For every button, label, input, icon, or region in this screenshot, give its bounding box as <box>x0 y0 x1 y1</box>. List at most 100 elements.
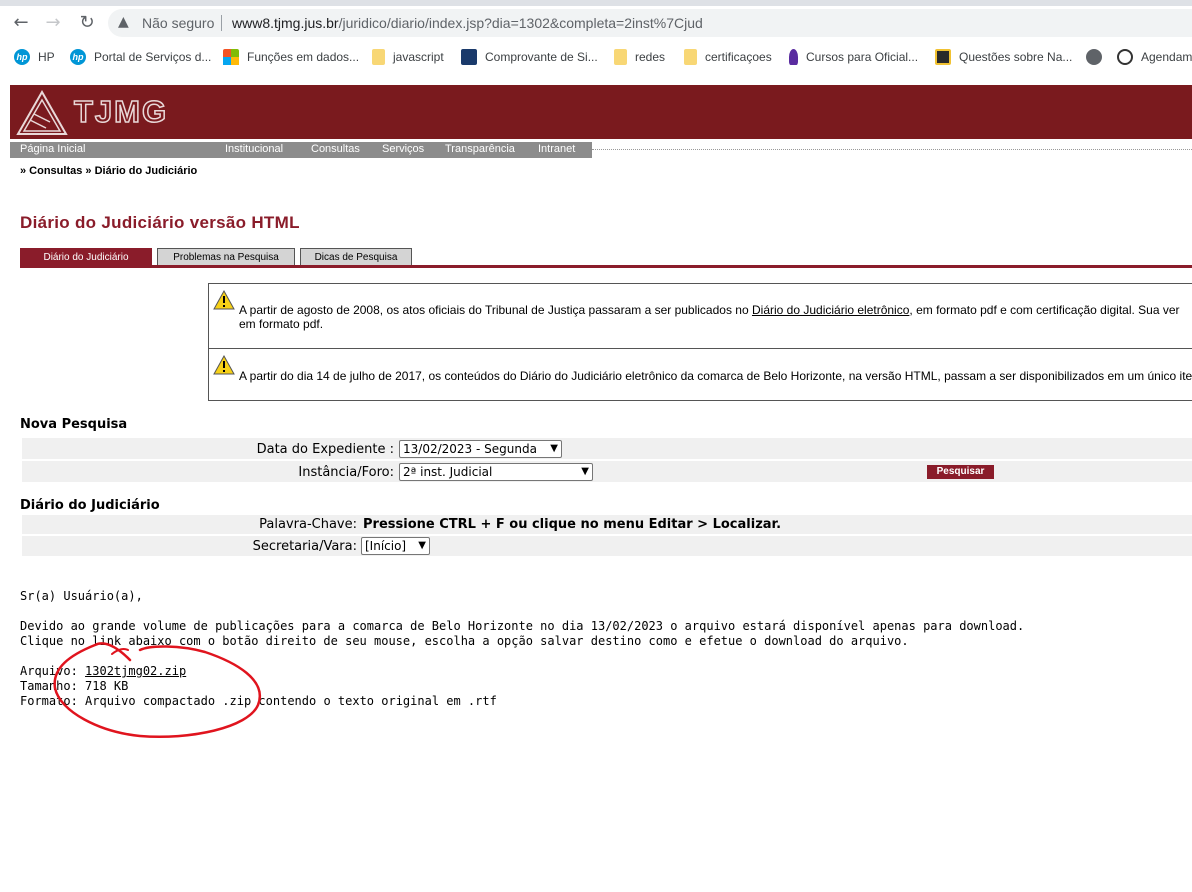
omnibox-divider <box>221 15 222 31</box>
menu-transparencia[interactable]: Transparência <box>445 143 515 155</box>
logo-text[interactable]: TJMG <box>73 93 168 130</box>
forum-label: Instância/Foro: <box>298 465 394 480</box>
forum-select[interactable]: 2ª inst. Judicial ▼ <box>399 463 593 481</box>
format-label: Formato: <box>20 694 78 708</box>
warning-icon <box>213 290 235 310</box>
bookmark-javascript[interactable]: javascript <box>372 48 444 66</box>
reload-icon[interactable]: ↻ <box>76 12 98 34</box>
globe-icon <box>1086 49 1102 65</box>
browser-toolbar: ← → ↻ ▲ Não seguro www8.tjmg.jus.br/juri… <box>0 0 1192 44</box>
notice-1-before: A partir de agosto de 2008, os atos ofic… <box>239 303 752 317</box>
size-value: 718 KB <box>85 679 129 693</box>
bookmark-redes[interactable]: redes <box>614 48 665 66</box>
folder-icon <box>684 49 697 65</box>
bookmark-label: Comprovante de Si... <box>485 50 598 64</box>
bookmark-agendamento[interactable]: Agendam <box>1117 48 1192 66</box>
search-button[interactable]: Pesquisar <box>927 465 994 479</box>
notice-1-after: , em formato pdf e com certificação digi… <box>909 303 1180 317</box>
menu-divider <box>592 149 1192 150</box>
bookmark-portal-servicos[interactable]: hp Portal de Serviços d... <box>70 48 211 66</box>
bookmark-label: Cursos para Oficial... <box>806 50 919 64</box>
forum-select-value: 2ª inst. Judicial <box>403 465 493 479</box>
site-icon <box>789 49 798 65</box>
bookmark-label: Funções em dados... <box>247 50 360 64</box>
bookmark-label: Portal de Serviços d... <box>94 50 212 64</box>
bookmark-label: certificaçoes <box>705 50 772 64</box>
microsoft-icon <box>223 49 239 65</box>
notice-divider <box>209 348 1192 349</box>
format-row: Formato: Arquivo compactado .zip contend… <box>20 694 497 708</box>
tjmg-logo-icon[interactable] <box>16 90 68 136</box>
chevron-down-icon: ▼ <box>418 540 426 551</box>
main-menu: Página Inicial Institucional Consultas S… <box>10 142 1192 158</box>
notice-1-text: A partir de agosto de 2008, os atos ofic… <box>239 303 1180 317</box>
file-label: Arquivo: <box>20 664 78 678</box>
message-line-2: Clique no link abaixo com o botão direit… <box>20 634 909 648</box>
bookmark-label: Questões sobre Na... <box>959 50 1073 64</box>
menu-home[interactable]: Página Inicial <box>20 143 85 155</box>
bookmark-globe[interactable] <box>1086 48 1110 66</box>
size-label: Tamanho: <box>20 679 78 693</box>
keyword-hint: Pressione CTRL + F ou clique no menu Edi… <box>363 517 782 532</box>
tab-diario[interactable]: Diário do Judiciário <box>20 248 152 266</box>
tab-bar: Diário do Judiciário Problemas na Pesqui… <box>20 248 1192 268</box>
folder-icon <box>372 49 385 65</box>
hp-icon: hp <box>14 49 30 65</box>
vara-select-value: [Início] <box>365 539 407 553</box>
notice-2-text: A partir do dia 14 de julho de 2017, os … <box>239 369 1192 383</box>
menu-institucional[interactable]: Institucional <box>225 143 283 155</box>
menu-consultas[interactable]: Consultas <box>311 143 360 155</box>
date-label: Data do Expediente : <box>256 442 394 457</box>
date-select[interactable]: 13/02/2023 - Segunda ▼ <box>399 440 562 458</box>
page-title: Diário do Judiciário versão HTML <box>20 213 300 232</box>
tab-dicas-pesquisa[interactable]: Dicas de Pesquisa <box>300 248 412 266</box>
tab-underline <box>20 265 1192 268</box>
breadcrumb[interactable]: » Consultas » Diário do Judiciário <box>20 165 197 177</box>
bookmark-hp[interactable]: hp HP <box>14 48 55 66</box>
vara-label: Secretaria/Vara: <box>252 539 357 554</box>
bookmarks-bar: hp HP hp Portal de Serviços d... Funções e… <box>0 44 1192 70</box>
security-label[interactable]: Não seguro <box>142 15 214 31</box>
diario-heading: Diário do Judiciário <box>20 498 160 513</box>
site-icon <box>1117 49 1133 65</box>
back-arrow-icon[interactable]: ← <box>10 12 32 34</box>
hp-icon: hp <box>70 49 86 65</box>
chevron-down-icon: ▼ <box>581 466 589 477</box>
url-path: /juridico/diario/index.jsp?dia=1302&comp… <box>338 15 703 31</box>
menu-servicos[interactable]: Serviços <box>382 143 424 155</box>
keyword-label: Palavra-Chave: <box>259 517 357 532</box>
tab-problemas-pesquisa[interactable]: Problemas na Pesquisa <box>157 248 295 266</box>
menu-intranet[interactable]: Intranet <box>538 143 575 155</box>
bookmark-certificacoes[interactable]: certificaçoes <box>684 48 772 66</box>
site-header: TJMG <box>10 85 1192 139</box>
address-bar[interactable]: ▲ Não seguro www8.tjmg.jus.br/juridico/d… <box>108 9 1192 37</box>
url-text[interactable]: www8.tjmg.jus.br/juridico/diario/index.j… <box>232 15 703 31</box>
forward-arrow-icon[interactable]: → <box>42 12 64 34</box>
vara-select[interactable]: [Início] ▼ <box>361 537 430 555</box>
file-download-link[interactable]: 1302tjmg02.zip <box>85 664 186 678</box>
folder-icon <box>614 49 627 65</box>
bookmark-questoes[interactable]: Questões sobre Na... <box>935 48 1072 66</box>
tab-strip-edge <box>0 0 1192 6</box>
bookmark-label: Agendam <box>1141 50 1192 64</box>
chevron-down-icon: ▼ <box>550 443 558 454</box>
diario-eletronico-link[interactable]: Diário do Judiciário eletrônico <box>752 303 909 317</box>
message-line-1: Devido ao grande volume de publicações p… <box>20 619 1025 633</box>
size-row: Tamanho: 718 KB <box>20 679 128 693</box>
file-row: Arquivo: 1302tjmg02.zip <box>20 664 186 678</box>
notice-box: A partir de agosto de 2008, os atos ofic… <box>208 283 1192 401</box>
date-select-value: 13/02/2023 - Segunda <box>403 442 537 456</box>
bookmark-comprovante[interactable]: Comprovante de Si... <box>461 48 598 66</box>
search-heading: Nova Pesquisa <box>20 417 128 432</box>
site-icon <box>461 49 477 65</box>
url-host: www8.tjmg.jus.br <box>232 15 339 31</box>
greeting-text: Sr(a) Usuário(a), <box>20 589 143 603</box>
warning-icon <box>213 355 235 375</box>
warning-triangle-icon[interactable]: ▲ <box>118 14 129 30</box>
bookmark-label: redes <box>635 50 666 64</box>
bookmark-label: javascript <box>393 50 444 64</box>
notice-1-line2: em formato pdf. <box>239 317 324 331</box>
bookmark-cursos-oficial[interactable]: Cursos para Oficial... <box>789 48 918 66</box>
bookmark-funcoes-dados[interactable]: Funções em dados... <box>223 48 359 66</box>
format-value: Arquivo compactado .zip contendo o texto… <box>85 694 497 708</box>
